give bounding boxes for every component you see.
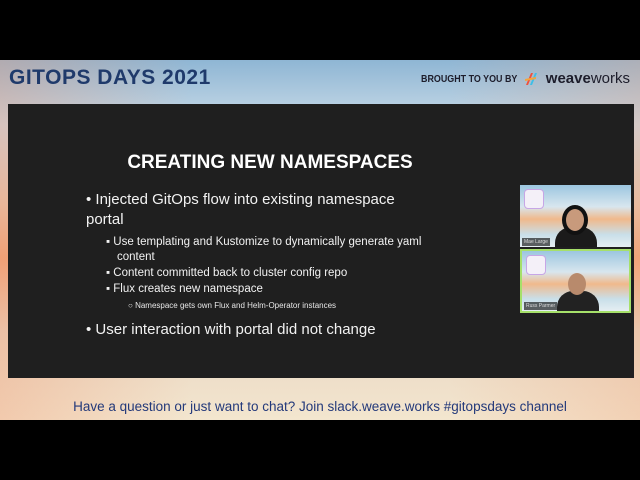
bullet-level3: ○ Namespace gets own Flux and Helm-Opera…	[128, 301, 337, 310]
bullet-level1: • Injected GitOps flow into existing nam…	[86, 191, 395, 228]
slide-title: CREATING NEW NAMESPACES	[127, 152, 413, 173]
bullet-level1: • User interaction with portal did not c…	[86, 321, 376, 338]
event-badge-icon	[526, 255, 546, 275]
sponsor-text: BROUGHT TO YOU BY	[421, 72, 518, 85]
participant-video-tile-active[interactable]: Russ Parmer	[520, 249, 631, 313]
participant-name: Russ Parmer	[524, 302, 558, 310]
brand-name: weaveworks	[545, 70, 630, 87]
weaveworks-logo-icon	[524, 72, 537, 85]
participant-video	[555, 209, 597, 247]
event-badge-icon	[524, 189, 544, 209]
chat-prompt: Have a question or just want to chat? Jo…	[73, 399, 567, 414]
event-title: GITOPS DAYS 2021	[9, 66, 211, 89]
sponsor: BROUGHT TO YOU BY weaveworks	[404, 70, 630, 87]
participant-video	[557, 273, 599, 311]
bullet-level2: ▪ Use templating and Kustomize to dynami…	[106, 236, 422, 263]
bullet-level2: ▪ Flux creates new namespace	[106, 283, 263, 295]
participant-video-tile[interactable]: Mae Large	[520, 185, 631, 247]
participant-name: Mae Large	[522, 238, 550, 246]
bullet-level2: ▪ Content committed back to cluster conf…	[106, 267, 348, 279]
